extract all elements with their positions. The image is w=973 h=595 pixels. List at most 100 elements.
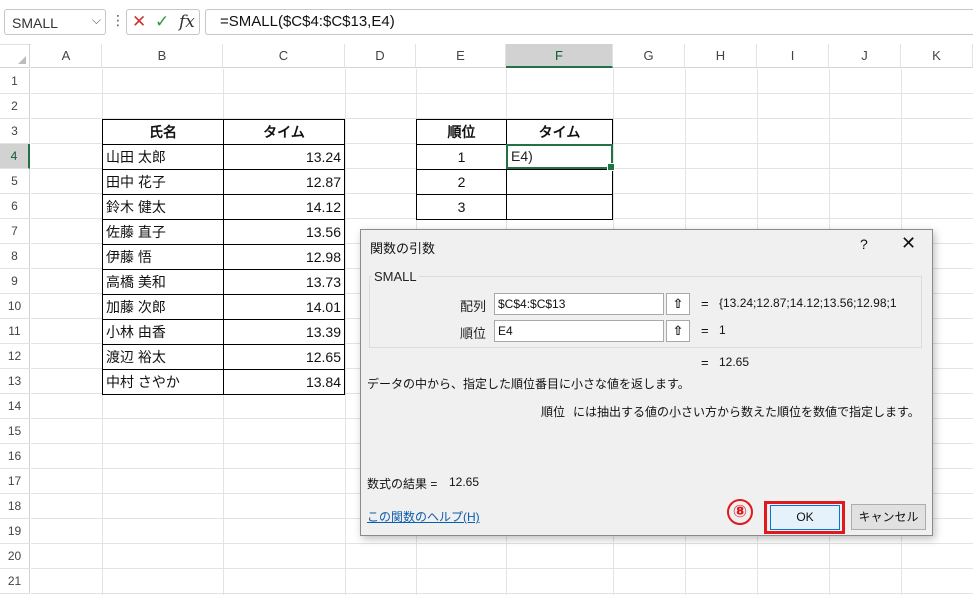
time-cell[interactable]: 12.87: [223, 169, 345, 195]
formula-input[interactable]: =SMALL($C$4:$C$13,E4): [205, 9, 973, 35]
fill-handle[interactable]: [607, 163, 615, 171]
name-cell[interactable]: 山田 太郎: [102, 144, 224, 170]
chevron-down-icon[interactable]: ⌵: [92, 13, 101, 28]
insert-function-icon[interactable]: fx: [179, 12, 195, 32]
name-box-value: SMALL: [12, 15, 58, 31]
column-header-h[interactable]: H: [685, 44, 757, 68]
more-options-icon[interactable]: ⋮: [111, 12, 125, 29]
overall-equals: =: [701, 355, 709, 370]
formula-result-value: 12.65: [449, 475, 480, 489]
dialog-title: 関数の引数: [370, 241, 436, 256]
name-cell[interactable]: 鈴木 健太: [102, 194, 224, 220]
cancel-entry-icon[interactable]: ✕: [132, 12, 146, 32]
row-header[interactable]: 7: [0, 219, 30, 244]
row-header[interactable]: 4: [0, 144, 30, 169]
rank-equals: =: [701, 323, 709, 338]
column-header-d[interactable]: D: [345, 44, 416, 68]
rank-label: 順位: [460, 326, 487, 341]
array-equals: =: [701, 296, 709, 311]
row-header[interactable]: 18: [0, 494, 30, 519]
active-cell-text: E4): [511, 148, 533, 164]
name-cell[interactable]: 田中 花子: [102, 169, 224, 195]
formula-buttons: ✕ ✓ fx: [126, 9, 200, 35]
column-header-j[interactable]: J: [829, 44, 901, 68]
row-header[interactable]: 2: [0, 94, 30, 119]
argument-description: には抽出する値の小さい方から数えた順位を数値で指定します。: [573, 405, 920, 419]
name-cell[interactable]: 加藤 次郎: [102, 294, 224, 320]
array-result: {13.24;12.87;14.12;13.56;12.98;1: [719, 296, 897, 310]
column-header-f[interactable]: F: [506, 44, 613, 68]
row-header[interactable]: 12: [0, 344, 30, 369]
rank-input[interactable]: E4: [494, 320, 664, 342]
column-header-g[interactable]: G: [613, 44, 685, 68]
row-header[interactable]: 17: [0, 469, 30, 494]
name-cell[interactable]: 佐藤 直子: [102, 219, 224, 245]
time-cell[interactable]: 13.24: [223, 144, 345, 170]
time-cell[interactable]: 13.56: [223, 219, 345, 245]
rank-time-cell[interactable]: [506, 169, 613, 195]
argument-description-label: 順位: [541, 405, 566, 419]
collapse-dialog-icon[interactable]: ⇧: [666, 293, 690, 315]
time-cell[interactable]: 14.01: [223, 294, 345, 320]
collapse-dialog-icon[interactable]: ⇧: [666, 320, 690, 342]
rank-cell[interactable]: 2: [416, 169, 507, 195]
header-cell-rank-time[interactable]: タイム: [506, 119, 613, 145]
column-header-c[interactable]: C: [223, 44, 345, 68]
formula-bar-area: SMALL ⌵ ⋮ ✕ ✓ fx =SMALL($C$4:$C$13,E4): [0, 0, 973, 45]
row-header[interactable]: 19: [0, 519, 30, 544]
time-cell[interactable]: 12.98: [223, 244, 345, 270]
row-header[interactable]: 11: [0, 319, 30, 344]
formula-text: =SMALL($C$4:$C$13,E4): [220, 13, 395, 30]
column-header-k[interactable]: K: [901, 44, 973, 68]
active-cell-f4[interactable]: E4): [506, 144, 615, 171]
function-description: データの中から、指定した順位番目に小さな値を返します。: [367, 377, 690, 391]
rank-time-cell[interactable]: [506, 194, 613, 220]
row-header[interactable]: 14: [0, 394, 30, 419]
row-header[interactable]: 9: [0, 269, 30, 294]
column-header-b[interactable]: B: [102, 44, 223, 68]
function-help-link[interactable]: この関数のヘルプ(H): [367, 508, 480, 525]
function-arguments-dialog: 関数の引数 ? ✕ SMALL 配列 $C$4:$C$13 ⇧ = {13.24…: [360, 229, 933, 536]
header-cell-name[interactable]: 氏名: [102, 119, 224, 145]
row-header[interactable]: 3: [0, 119, 30, 144]
help-icon[interactable]: ?: [860, 236, 868, 252]
time-cell[interactable]: 13.84: [223, 369, 345, 395]
array-label: 配列: [460, 299, 487, 314]
select-all-corner[interactable]: [0, 44, 30, 68]
row-header[interactable]: 8: [0, 244, 30, 269]
rank-cell[interactable]: 3: [416, 194, 507, 220]
ok-button[interactable]: OK: [770, 505, 840, 530]
array-input[interactable]: $C$4:$C$13: [494, 293, 664, 315]
overall-result: 12.65: [719, 355, 750, 369]
column-header-i[interactable]: I: [757, 44, 829, 68]
name-cell[interactable]: 小林 由香: [102, 319, 224, 345]
row-header[interactable]: 15: [0, 419, 30, 444]
header-cell-time[interactable]: タイム: [223, 119, 345, 145]
rank-result: 1: [719, 323, 726, 337]
formula-result-label: 数式の結果 =: [367, 477, 438, 491]
row-header[interactable]: 16: [0, 444, 30, 469]
cancel-button[interactable]: キャンセル: [851, 504, 926, 530]
name-cell[interactable]: 渡辺 裕太: [102, 344, 224, 370]
time-cell[interactable]: 12.65: [223, 344, 345, 370]
rank-cell[interactable]: 1: [416, 144, 507, 170]
name-cell[interactable]: 伊藤 悟: [102, 244, 224, 270]
time-cell[interactable]: 13.39: [223, 319, 345, 345]
row-header[interactable]: 5: [0, 169, 30, 194]
close-icon[interactable]: ✕: [901, 233, 916, 254]
column-header-e[interactable]: E: [416, 44, 506, 68]
time-cell[interactable]: 14.12: [223, 194, 345, 220]
row-header[interactable]: 20: [0, 544, 30, 569]
name-cell[interactable]: 中村 さやか: [102, 369, 224, 395]
row-header[interactable]: 6: [0, 194, 30, 219]
header-cell-rank[interactable]: 順位: [416, 119, 507, 145]
confirm-entry-icon[interactable]: ✓: [155, 12, 169, 32]
row-header[interactable]: 10: [0, 294, 30, 319]
time-cell[interactable]: 13.73: [223, 269, 345, 295]
row-header[interactable]: 13: [0, 369, 30, 394]
name-cell[interactable]: 高橋 美和: [102, 269, 224, 295]
row-header[interactable]: 1: [0, 69, 30, 94]
column-header-a[interactable]: A: [31, 44, 102, 68]
name-box[interactable]: SMALL ⌵: [4, 9, 106, 35]
row-header[interactable]: 21: [0, 569, 30, 594]
